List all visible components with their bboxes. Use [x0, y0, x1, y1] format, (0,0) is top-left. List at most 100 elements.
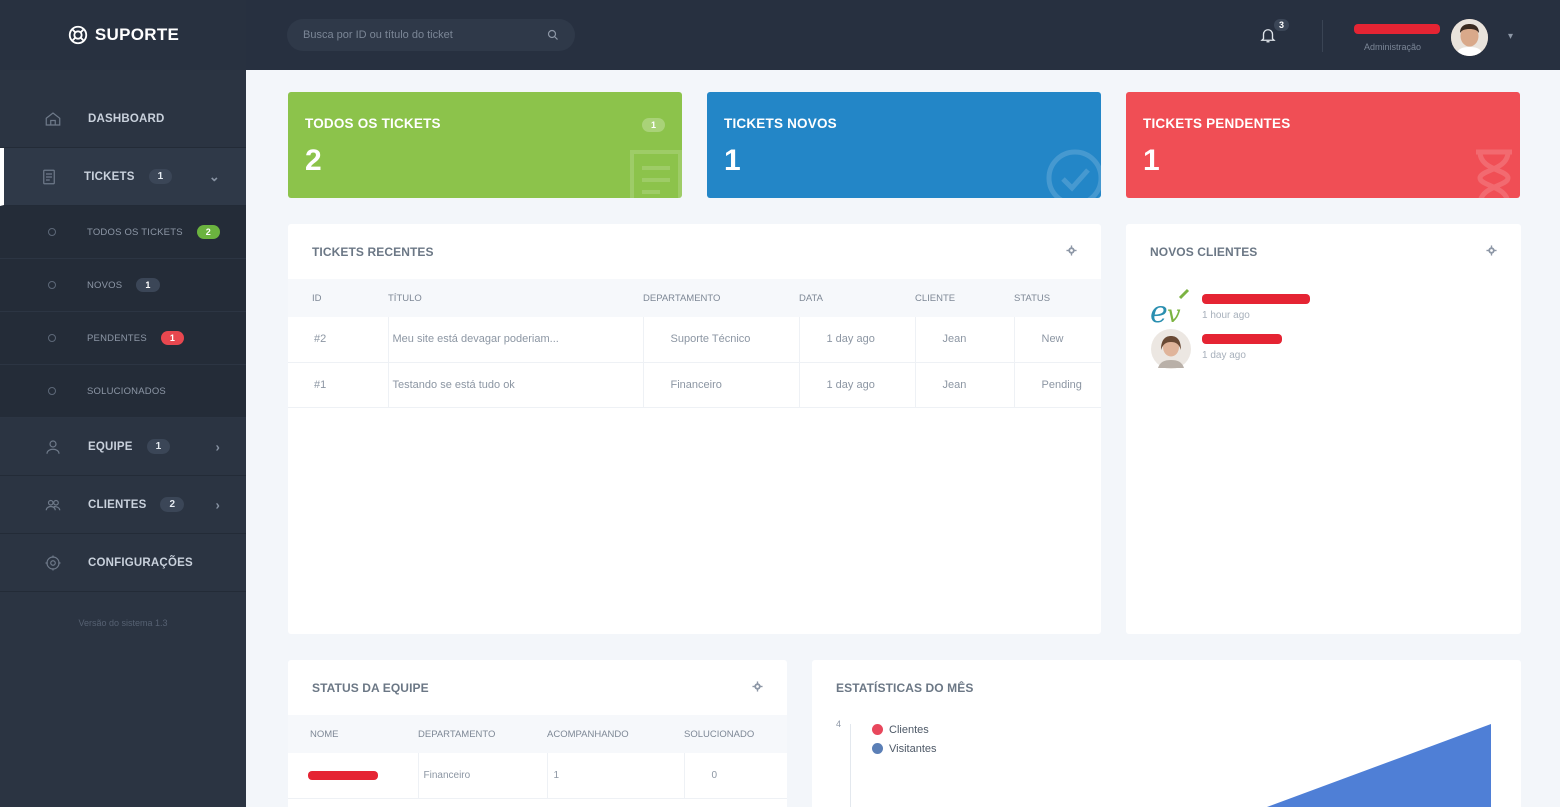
sidebar-subitem-all-tickets[interactable]: TODOS OS TICKETS 2 — [0, 206, 246, 259]
circle-icon — [48, 281, 56, 289]
month-area-chart — [1267, 724, 1491, 807]
count-badge: 2 — [196, 225, 220, 239]
lifebuoy-icon — [68, 25, 88, 45]
stat-value: 1 — [724, 144, 741, 177]
sidebar-item-tickets[interactable]: TICKETS 1 ⌄ — [0, 148, 246, 206]
table-header-row: ID TÍTULO DEPARTAMENTO DATA CLIENTE STAT… — [288, 279, 1101, 317]
column-header[interactable]: ID — [288, 279, 388, 317]
column-header[interactable]: SOLUCIONADO — [684, 715, 787, 753]
panel-header: TICKETS RECENTES — [288, 224, 1101, 279]
stat-label: TODOS OS TICKETS — [305, 116, 441, 131]
ticket-client: Jean — [915, 362, 1015, 408]
search-icon[interactable] — [547, 29, 559, 41]
svg-text:v: v — [1167, 300, 1181, 328]
user-name-redacted — [1354, 24, 1440, 34]
chevron-down-icon[interactable]: ⌄ — [209, 169, 220, 185]
system-version: Versão do sistema 1.3 — [78, 618, 168, 628]
subitem-label: PENDENTES — [87, 332, 147, 344]
chevron-right-icon[interactable]: › — [215, 497, 220, 512]
ticket-icon — [40, 168, 58, 186]
sidebar-subitem-solved[interactable]: SOLUCIONADOS — [0, 365, 246, 418]
client-name-redacted — [1202, 294, 1310, 304]
ticket-date: 1 day ago — [799, 317, 916, 363]
column-header[interactable]: ACOMPANHANDO — [547, 715, 684, 753]
ticket-status: Pending — [1014, 362, 1101, 408]
user-avatar-image — [1451, 19, 1488, 56]
recent-tickets-panel: TICKETS RECENTES ID TÍTULO DEPARTAMENTO … — [288, 224, 1101, 634]
caret-down-icon[interactable]: ▾ — [1508, 31, 1513, 42]
avatar[interactable] — [1451, 19, 1488, 56]
stat-label: TICKETS PENDENTES — [1143, 116, 1291, 131]
column-header[interactable]: NOME — [288, 715, 418, 753]
ticket-department: Financeiro — [643, 362, 800, 408]
sidebar-item-label: CONFIGURAÇÕES — [88, 556, 193, 569]
chevron-right-icon[interactable]: › — [215, 439, 220, 454]
subitem-label: NOVOS — [87, 279, 123, 291]
topbar: 3 Administração ▾ — [246, 0, 1560, 70]
new-clients-panel: NOVOS CLIENTES e v 1 hour ago 1 day ago — [1126, 224, 1521, 634]
ticket-title[interactable]: Meu site está devagar poderiam... — [388, 317, 644, 363]
gear-icon[interactable] — [752, 681, 763, 692]
gear-icon — [44, 554, 62, 572]
panel-title: STATUS DA EQUIPE — [312, 680, 429, 695]
ticket-id: #1 — [288, 362, 389, 408]
brand-name: SUPORTE — [94, 25, 180, 44]
list-item[interactable]: 1 day ago — [1150, 328, 1282, 370]
table-row[interactable]: #1 Testando se está tudo ok Financeiro 1… — [288, 362, 1101, 408]
ticket-date: 1 day ago — [799, 362, 916, 408]
table-header-row: NOME DEPARTAMENTO ACOMPANHANDO SOLUCIONA… — [288, 715, 787, 753]
sidebar-subitem-new[interactable]: NOVOS 1 — [0, 259, 246, 312]
ticket-icon — [630, 150, 682, 198]
sidebar-item-dashboard[interactable]: DASHBOARD — [0, 90, 246, 148]
column-header[interactable]: CLIENTE — [915, 279, 1014, 317]
subitem-label: SOLUCIONADOS — [87, 385, 166, 397]
count-badge: 1 — [136, 278, 160, 292]
sidebar-subitem-pending[interactable]: PENDENTES 1 — [0, 312, 246, 365]
count-badge: 1 — [160, 331, 185, 345]
notification-count-badge: 3 — [1274, 19, 1290, 31]
clients-count-badge: 2 — [160, 497, 185, 512]
users-icon — [44, 496, 62, 514]
circle-icon — [48, 334, 56, 342]
brand-logo[interactable]: SUPORTE — [0, 0, 246, 70]
home-icon — [44, 110, 62, 128]
sidebar-item-label: CLIENTES — [88, 498, 147, 511]
gear-icon[interactable] — [1066, 245, 1077, 256]
client-logo: e v — [1150, 288, 1190, 330]
hourglass-icon — [1476, 149, 1512, 198]
column-header[interactable]: DEPARTAMENTO — [643, 279, 799, 317]
stat-card-new-tickets[interactable]: TICKETS NOVOS 1 — [707, 92, 1101, 198]
sidebar-item-label: EQUIPE — [88, 440, 133, 453]
list-item[interactable]: e v 1 hour ago — [1150, 288, 1310, 330]
tickets-count-badge: 1 — [148, 169, 173, 184]
column-header[interactable]: DATA — [799, 279, 915, 317]
circle-icon — [48, 228, 56, 236]
stat-card-pending-tickets[interactable]: TICKETS PENDENTES 1 — [1126, 92, 1520, 198]
topbar-divider — [1322, 20, 1323, 52]
sidebar-item-settings[interactable]: CONFIGURAÇÕES — [0, 534, 246, 592]
stat-label: TICKETS NOVOS — [724, 116, 837, 131]
panel-title: NOVOS CLIENTES — [1150, 244, 1258, 259]
search-input[interactable] — [303, 29, 547, 41]
panel-header: NOVOS CLIENTES — [1126, 224, 1521, 279]
ticket-title[interactable]: Testando se está tudo ok — [388, 362, 644, 408]
svg-text:e: e — [1150, 295, 1168, 330]
table-row[interactable]: #2 Meu site está devagar poderiam... Sup… — [288, 317, 1101, 363]
column-header[interactable]: TÍTULO — [388, 279, 643, 317]
gear-icon[interactable] — [1486, 245, 1497, 256]
sidebar-item-clients[interactable]: CLIENTES 2 › — [0, 476, 246, 534]
ticket-department: Suporte Técnico — [643, 317, 800, 363]
team-status-table: NOME DEPARTAMENTO ACOMPANHANDO SOLUCIONA… — [288, 715, 787, 799]
ticket-status: New — [1014, 317, 1101, 363]
column-header[interactable]: STATUS — [1014, 279, 1101, 317]
stat-card-all-tickets[interactable]: TODOS OS TICKETS 2 1 — [288, 92, 682, 198]
member-following: 1 — [547, 753, 685, 799]
team-count-badge: 1 — [146, 439, 171, 454]
stat-value: 2 — [305, 144, 322, 177]
column-header[interactable]: DEPARTAMENTO — [418, 715, 547, 753]
ticket-id: #2 — [288, 317, 389, 363]
sidebar-item-team[interactable]: EQUIPE 1 › — [0, 418, 246, 476]
table-row[interactable]: Financeiro 1 0 — [288, 753, 787, 799]
visitors-area — [1267, 724, 1491, 807]
panel-header: STATUS DA EQUIPE — [288, 660, 787, 715]
